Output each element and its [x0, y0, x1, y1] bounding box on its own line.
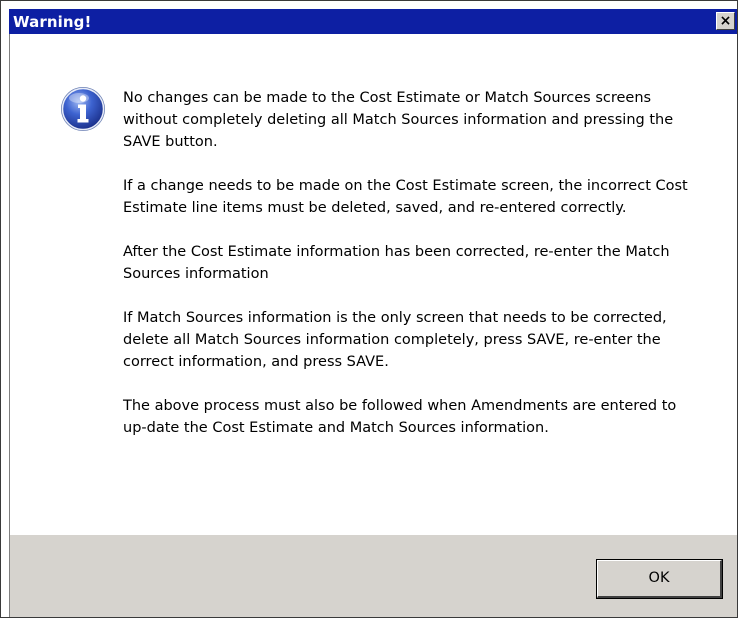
title-bar[interactable]: Warning! ×: [9, 9, 737, 34]
warning-dialog: Warning! × No changes can be made to the…: [0, 0, 738, 618]
message-paragraph: After the Cost Estimate information has …: [123, 244, 670, 282]
message-paragraph: The above process must also be followed …: [123, 398, 677, 436]
message-paragraph: If Match Sources information is the only…: [123, 310, 667, 370]
information-icon: [61, 87, 105, 131]
message-paragraph: If a change needs to be made on the Cost…: [123, 178, 688, 216]
warning-message: No changes can be made to the Cost Estim…: [123, 87, 703, 461]
message-paragraph: No changes can be made to the Cost Estim…: [123, 90, 674, 150]
button-bar: OK: [10, 535, 737, 617]
dialog-left-border: [9, 34, 10, 617]
close-button[interactable]: ×: [716, 12, 735, 30]
ok-button[interactable]: OK: [596, 559, 723, 599]
dialog-title: Warning!: [13, 13, 92, 31]
close-icon: ×: [719, 13, 732, 29]
